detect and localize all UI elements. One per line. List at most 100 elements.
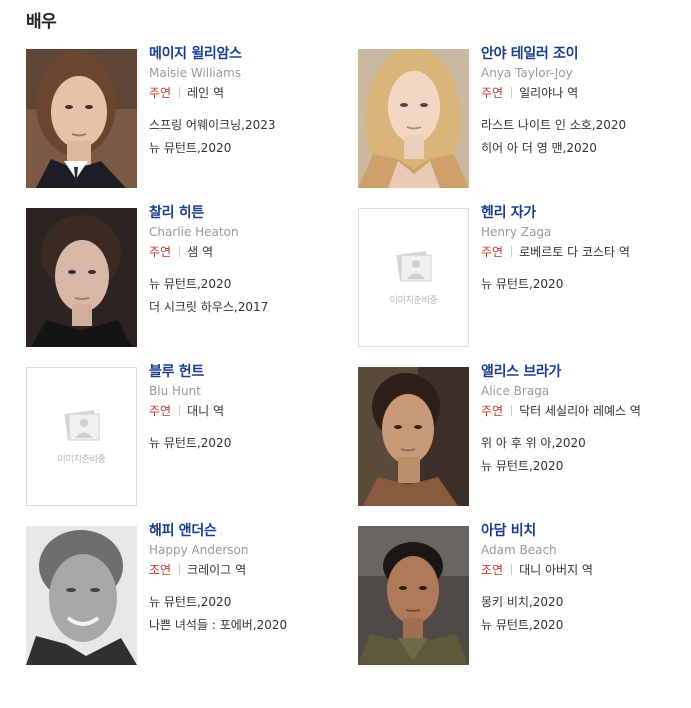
role-type: 주연	[149, 245, 172, 259]
role-name: 일리야나 역	[519, 86, 579, 100]
filmography-link[interactable]: 뉴 뮤턴트,2020	[149, 595, 231, 609]
actor-name[interactable]: 찰리 히튼	[149, 204, 349, 223]
actor-card: 해피 앤더슨 Happy Anderson 조연 크레이그 역 뉴 뮤턴트,202…	[26, 523, 349, 671]
role-type: 주연	[481, 86, 504, 100]
actor-english-name: Blu Hunt	[149, 384, 201, 398]
actor-role: 조연 대니 아버지 역	[481, 561, 681, 579]
filmography-item: 뉴 뮤턴트,2020	[149, 273, 349, 296]
role-type: 조연	[481, 563, 504, 577]
actor-card: 이미지준비중 블루 헌트 Blu Hunt 주연 대니 역 뉴 뮤턴트,2020	[26, 364, 349, 512]
filmography-link[interactable]: 더 시크릿 하우스,2017	[149, 300, 268, 314]
actor-card: 이미지준비중 헨리 자가 Henry Zaga 주연 로베르토 다 코스타 역 뉴…	[358, 205, 681, 353]
role-divider	[511, 246, 513, 257]
filmography-link[interactable]: 라스트 나이트 인 소호,2020	[481, 118, 626, 132]
role-type: 주연	[149, 86, 172, 100]
role-name: 크레이그 역	[187, 563, 247, 577]
actor-photo[interactable]	[26, 208, 137, 347]
actor-role: 주연 대니 역	[149, 402, 349, 420]
role-name: 레인 역	[187, 86, 225, 100]
filmography-item: 히어 아 더 영 맨,2020	[481, 137, 681, 160]
actor-role: 주연 일리야나 역	[481, 84, 681, 102]
filmography: 라스트 나이트 인 소호,2020 히어 아 더 영 맨,2020	[481, 114, 681, 160]
filmography-link[interactable]: 뉴 뮤턴트,2020	[149, 277, 231, 291]
filmography-item: 라스트 나이트 인 소호,2020	[481, 114, 681, 137]
role-divider	[179, 87, 181, 98]
filmography-link[interactable]: 뉴 뮤턴트,2020	[149, 141, 231, 155]
filmography-item: 뉴 뮤턴트,2020	[149, 137, 349, 160]
actor-name[interactable]: 아담 비치	[481, 522, 681, 541]
actor-english-name: Adam Beach	[481, 543, 557, 557]
filmography-item: 스프링 어웨이크닝,2023	[149, 114, 349, 137]
filmography: 뉴 뮤턴트,2020	[481, 273, 681, 296]
actor-name[interactable]: 블루 헌트	[149, 363, 349, 382]
filmography-link[interactable]: 뉴 뮤턴트,2020	[481, 618, 563, 632]
filmography-link[interactable]: 위 아 후 위 아,2020	[481, 436, 586, 450]
actor-english-name: Happy Anderson	[149, 543, 249, 557]
filmography-item: 뉴 뮤턴트,2020	[481, 614, 681, 637]
actor-photo[interactable]	[358, 367, 469, 506]
role-type: 조연	[149, 563, 172, 577]
actor-name[interactable]: 안야 테일러 조이	[481, 45, 681, 64]
filmography-link[interactable]: 히어 아 더 영 맨,2020	[481, 141, 597, 155]
actor-english-name: Alice Braga	[481, 384, 550, 398]
role-divider	[179, 405, 181, 416]
filmography-item: 위 아 후 위 아,2020	[481, 432, 681, 455]
filmography-item: 뉴 뮤턴트,2020	[481, 455, 681, 478]
filmography: 스프링 어웨이크닝,2023 뉴 뮤턴트,2020	[149, 114, 349, 160]
filmography-link[interactable]: 뉴 뮤턴트,2020	[481, 277, 563, 291]
filmography-item: 더 시크릿 하우스,2017	[149, 296, 349, 319]
filmography-link[interactable]: 스프링 어웨이크닝,2023	[149, 118, 276, 132]
actor-card: 메이지 윌리암스 Maisie Williams 주연 레인 역 스프링 어웨이크…	[26, 46, 349, 194]
actor-name[interactable]: 앨리스 브라가	[481, 363, 681, 382]
filmography-item: 뉴 뮤턴트,2020	[149, 432, 349, 455]
actor-english-name: Anya Taylor-Joy	[481, 66, 573, 80]
actor-role: 조연 크레이그 역	[149, 561, 349, 579]
actor-photo-placeholder[interactable]: 이미지준비중	[358, 208, 469, 347]
filmography-link[interactable]: 나쁜 녀석들 : 포에버,2020	[149, 618, 287, 632]
actor-role: 주연 샘 역	[149, 243, 349, 261]
role-name: 대니 역	[187, 404, 225, 418]
actor-role: 주연 레인 역	[149, 84, 349, 102]
role-name: 로베르토 다 코스타 역	[519, 245, 630, 259]
placeholder-text: 이미지준비중	[57, 455, 106, 465]
actor-photo[interactable]	[358, 526, 469, 665]
role-type: 주연	[481, 245, 504, 259]
filmography: 뉴 뮤턴트,2020	[149, 432, 349, 455]
actor-photo-placeholder[interactable]: 이미지준비중	[26, 367, 137, 506]
role-divider	[179, 246, 181, 257]
actor-photo[interactable]	[26, 49, 137, 188]
filmography-link[interactable]: 몽키 비치,2020	[481, 595, 563, 609]
section-title: 배우	[26, 12, 57, 32]
actor-card: 아담 비치 Adam Beach 조연 대니 아버지 역 몽키 비치,2020 뉴…	[358, 523, 681, 671]
filmography: 뉴 뮤턴트,2020 더 시크릿 하우스,2017	[149, 273, 349, 319]
actor-english-name: Maisie Williams	[149, 66, 242, 80]
filmography-item: 나쁜 녀석들 : 포에버,2020	[149, 614, 349, 637]
actor-card: 안야 테일러 조이 Anya Taylor-Joy 주연 일리야나 역 라스트 나…	[358, 46, 681, 194]
filmography: 위 아 후 위 아,2020 뉴 뮤턴트,2020	[481, 432, 681, 478]
role-divider	[179, 564, 181, 575]
image-placeholder-icon	[64, 410, 100, 441]
filmography-link[interactable]: 뉴 뮤턴트,2020	[481, 459, 563, 473]
actor-english-name: Henry Zaga	[481, 225, 552, 239]
actor-card: 앨리스 브라가 Alice Braga 주연 닥터 세실리아 레예스 역 위 아 …	[358, 364, 681, 512]
filmography-item: 뉴 뮤턴트,2020	[149, 591, 349, 614]
filmography-link[interactable]: 뉴 뮤턴트,2020	[149, 436, 231, 450]
actor-name[interactable]: 메이지 윌리암스	[149, 45, 349, 64]
actor-name[interactable]: 헨리 자가	[481, 204, 681, 223]
filmography-item: 몽키 비치,2020	[481, 591, 681, 614]
actor-name[interactable]: 해피 앤더슨	[149, 522, 349, 541]
filmography-item: 뉴 뮤턴트,2020	[481, 273, 681, 296]
role-name: 대니 아버지 역	[519, 563, 593, 577]
actor-photo[interactable]	[358, 49, 469, 188]
role-name: 닥터 세실리아 레예스 역	[519, 404, 641, 418]
role-divider	[511, 564, 513, 575]
role-divider	[511, 405, 513, 416]
role-type: 주연	[149, 404, 172, 418]
actor-photo[interactable]	[26, 526, 137, 665]
role-divider	[511, 87, 513, 98]
role-type: 주연	[481, 404, 504, 418]
actor-role: 주연 로베르토 다 코스타 역	[481, 243, 681, 261]
filmography: 몽키 비치,2020 뉴 뮤턴트,2020	[481, 591, 681, 637]
image-placeholder-icon	[396, 251, 432, 282]
actor-english-name: Charlie Heaton	[149, 225, 239, 239]
